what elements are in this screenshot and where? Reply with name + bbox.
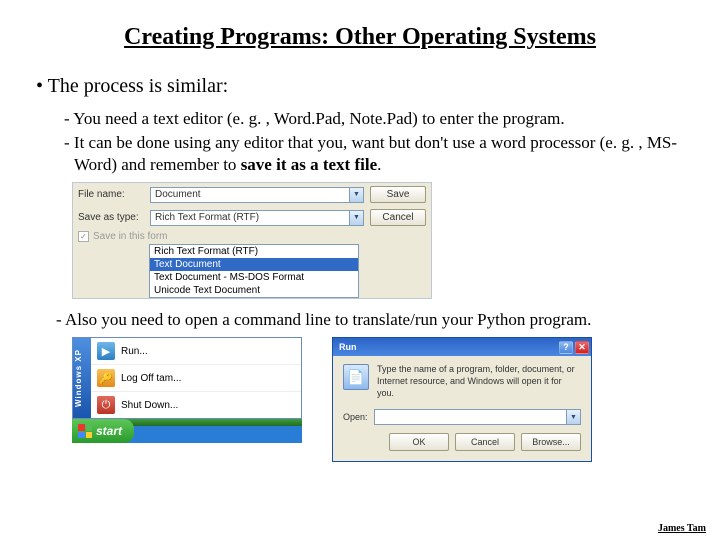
type-label: Save as type: (78, 212, 144, 223)
sub-item-3-text: Also you need to open a command line to … (65, 310, 591, 329)
dropdown-option[interactable]: Text Document - MS-DOS Format (150, 271, 358, 284)
sub-item-1: - You need a text editor (e. g. , Word.P… (64, 108, 684, 130)
chevron-down-icon[interactable]: ▼ (349, 188, 363, 202)
close-button[interactable]: ✕ (575, 341, 589, 354)
checkbox[interactable]: ✓ (78, 231, 89, 242)
filename-label: File name: (78, 189, 144, 200)
checkbox-label: Save in this form (93, 231, 167, 242)
chevron-down-icon[interactable]: ▼ (566, 410, 580, 424)
dropdown-option[interactable]: Unicode Text Document (150, 284, 358, 297)
chevron-down-icon[interactable]: ▼ (349, 211, 363, 225)
menu-item-label: Log Off tam... (121, 373, 181, 384)
dropdown-option[interactable]: Rich Text Format (RTF) (150, 245, 358, 258)
main-bullet-text: The process is similar: (48, 75, 229, 97)
windows-logo-icon (78, 424, 92, 438)
taskbar: start (72, 419, 302, 443)
browse-button[interactable]: Browse... (521, 433, 581, 451)
open-label: Open: (343, 412, 368, 422)
slide-title: Creating Programs: Other Operating Syste… (32, 24, 688, 51)
start-button-label: start (96, 424, 122, 438)
type-value: Rich Text Format (RTF) (155, 212, 259, 223)
type-dropdown-list[interactable]: Rich Text Format (RTF) Text Document Tex… (149, 244, 359, 298)
sub-item-2-bold: save it as a text file (241, 155, 377, 174)
start-button[interactable]: start (72, 419, 134, 443)
logoff-icon: 🔑 (97, 369, 115, 387)
menu-item-logoff[interactable]: 🔑 Log Off tam... (91, 365, 301, 392)
menu-item-run[interactable]: ▶ Run... (91, 338, 301, 365)
sub-item-2: - It can be done using any editor that y… (64, 132, 684, 176)
saveas-dialog: File name: Document▼ Save Save as type: … (72, 182, 432, 299)
cancel-button[interactable]: Cancel (455, 433, 515, 451)
cancel-button[interactable]: Cancel (370, 209, 426, 226)
sub-item-1-text: You need a text editor (e. g. , Word.Pad… (73, 109, 564, 128)
run-dialog: Run ? ✕ 📄 Type the name of a program, fo… (332, 337, 592, 462)
run-icon: ▶ (97, 342, 115, 360)
run-titlebar: Run ? ✕ (333, 338, 591, 356)
sub-item-3: - Also you need to open a command line t… (56, 309, 676, 331)
run-dialog-icon: 📄 (343, 364, 369, 390)
ok-button[interactable]: OK (389, 433, 449, 451)
menu-item-label: Shut Down... (121, 400, 178, 411)
type-input[interactable]: Rich Text Format (RTF) ▼ (150, 210, 364, 226)
run-title: Run (339, 342, 357, 352)
start-menu-screenshot: Windows XP ▶ Run... 🔑 Log Off tam... ⏻ S… (72, 337, 302, 462)
shutdown-icon: ⏻ (97, 396, 115, 414)
help-button[interactable]: ? (559, 341, 573, 354)
filename-input[interactable]: Document ▼ (150, 187, 364, 203)
main-bullet: • The process is similar: (36, 75, 688, 98)
dropdown-option-selected[interactable]: Text Document (150, 258, 358, 271)
filename-value: Document (155, 189, 201, 200)
save-button[interactable]: Save (370, 186, 426, 203)
menu-item-shutdown[interactable]: ⏻ Shut Down... (91, 392, 301, 418)
footer-author: James Tam (658, 523, 706, 534)
menu-item-label: Run... (121, 346, 148, 357)
open-input[interactable]: ▼ (374, 409, 581, 425)
sub-item-2-post: . (377, 155, 381, 174)
run-description: Type the name of a program, folder, docu… (377, 364, 581, 399)
windows-xp-sidebar: Windows XP (73, 338, 91, 418)
